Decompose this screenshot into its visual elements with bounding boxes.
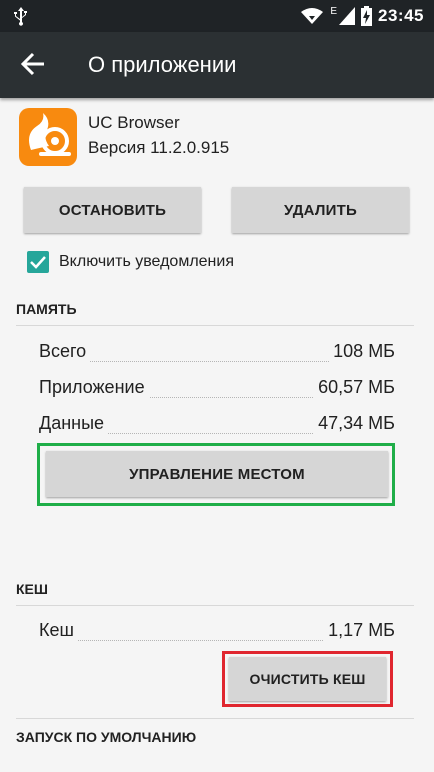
notifications-label: Включить уведомления bbox=[59, 253, 234, 270]
row-value: 60,57 МБ bbox=[314, 377, 395, 398]
row-value: 47,34 МБ bbox=[314, 413, 395, 434]
app-name: UC Browser bbox=[88, 113, 180, 132]
arrow-back-icon[interactable] bbox=[20, 51, 46, 77]
status-bar: E 23:45 bbox=[0, 0, 434, 32]
row-label: Приложение bbox=[39, 377, 149, 398]
battery-charging-icon bbox=[361, 6, 373, 26]
notifications-checkbox[interactable] bbox=[27, 251, 49, 273]
cache-section-header: КЕШ bbox=[16, 581, 48, 597]
memory-divider bbox=[16, 325, 414, 326]
memory-row-app: Приложение 60,57 МБ bbox=[39, 377, 395, 403]
uc-browser-squirrel-icon bbox=[19, 108, 77, 166]
cache-divider bbox=[16, 605, 414, 606]
launch-section-header: ЗАПУСК ПО УМОЛЧАНИЮ bbox=[16, 729, 197, 745]
app-bar: О приложении bbox=[0, 32, 434, 98]
clear-cache-button[interactable]: ОЧИСТИТЬ КЕШ bbox=[229, 657, 386, 701]
clock: 23:45 bbox=[378, 6, 424, 25]
delete-button[interactable]: УДАЛИТЬ bbox=[232, 187, 409, 233]
usb-icon bbox=[14, 7, 27, 26]
row-label: Данные bbox=[39, 413, 109, 434]
row-label: Всего bbox=[39, 341, 91, 362]
page-title: О приложении bbox=[88, 52, 237, 77]
row-value: 1,17 МБ bbox=[324, 620, 395, 641]
cache-row: Кеш 1,17 МБ bbox=[39, 620, 395, 646]
checkmark-icon bbox=[30, 256, 46, 269]
manage-storage-button[interactable]: УПРАВЛЕНИЕ МЕСТОМ bbox=[46, 451, 388, 497]
memory-row-data: Данные 47,34 МБ bbox=[39, 413, 395, 439]
row-value: 108 МБ bbox=[329, 341, 395, 362]
launch-divider bbox=[16, 718, 414, 719]
stop-button[interactable]: ОСТАНОВИТЬ bbox=[24, 187, 201, 233]
memory-section-header: ПАМЯТЬ bbox=[16, 301, 77, 317]
row-label: Кеш bbox=[39, 620, 78, 641]
network-type-indicator: E bbox=[330, 5, 338, 17]
app-version: Версия 11.2.0.915 bbox=[88, 138, 230, 157]
memory-row-total: Всего 108 МБ bbox=[39, 341, 395, 367]
signal-icon bbox=[339, 7, 356, 25]
wifi-icon bbox=[301, 8, 324, 24]
